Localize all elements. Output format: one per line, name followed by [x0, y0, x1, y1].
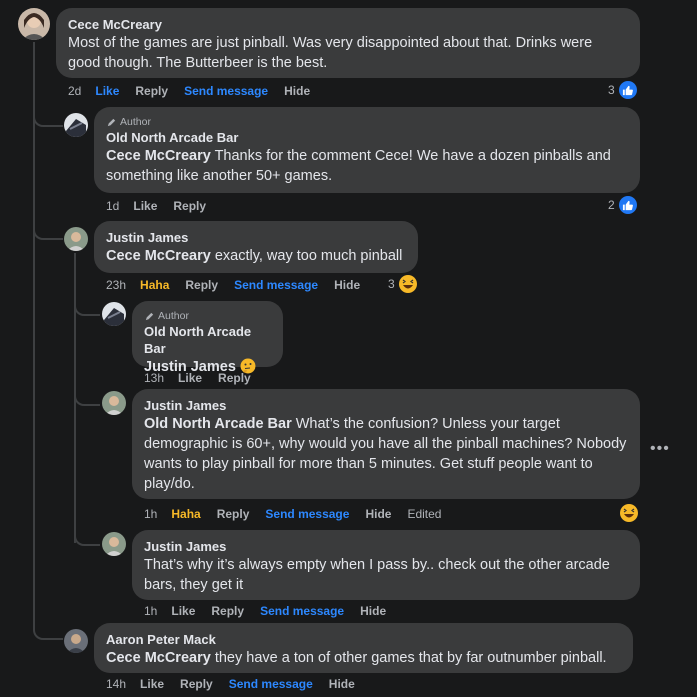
comment-text: Cece McCreary Thanks for the comment Cec…: [106, 146, 628, 186]
send-message-button[interactable]: Send message: [265, 507, 349, 521]
comment-time[interactable]: 13h: [144, 371, 164, 385]
comment-text: That’s why it’s always empty when I pass…: [144, 557, 610, 593]
hide-button[interactable]: Hide: [329, 677, 355, 691]
avatar[interactable]: [64, 113, 88, 137]
comment-actions: 14h Like Reply Send message Hide: [106, 677, 371, 691]
more-options-icon[interactable]: •••: [650, 440, 670, 458]
like-icon: [618, 81, 637, 99]
like-button[interactable]: Like: [178, 371, 202, 385]
send-message-button[interactable]: Send message: [229, 677, 313, 691]
haha-icon: [398, 275, 417, 293]
author-badge-label: Author: [120, 116, 151, 128]
comment-actions: 1d Like Reply: [106, 199, 222, 213]
commenter-name[interactable]: Old North Arcade Bar: [106, 129, 628, 146]
reaction-count: 3: [608, 83, 615, 97]
reply-button[interactable]: Reply: [211, 604, 244, 618]
avatar[interactable]: [64, 227, 88, 251]
send-message-button[interactable]: Send message: [234, 278, 318, 292]
avatar[interactable]: [102, 302, 126, 326]
commenter-name[interactable]: Justin James: [106, 229, 406, 246]
send-message-button[interactable]: Send message: [184, 84, 268, 98]
hide-button[interactable]: Hide: [360, 604, 386, 618]
comment-actions: 23h Haha Reply Send message Hide: [106, 278, 376, 292]
reply-button[interactable]: Reply: [218, 371, 251, 385]
comment-time[interactable]: 2d: [68, 84, 81, 98]
commenter-name[interactable]: Justin James: [144, 397, 628, 414]
thread-connector: [74, 520, 100, 546]
thread-line: [33, 42, 35, 612]
reply-button[interactable]: Reply: [173, 199, 206, 213]
like-icon: [618, 196, 637, 214]
comment-bubble: Justin James That’s why it’s always empt…: [132, 530, 640, 600]
reply-button[interactable]: Reply: [217, 507, 250, 521]
avatar[interactable]: [18, 8, 50, 40]
comment-bubble: Justin James Old North Arcade Bar What’s…: [132, 389, 640, 499]
comment-time[interactable]: 14h: [106, 677, 126, 691]
comment-text: Cece McCreary exactly, way too much pinb…: [106, 246, 406, 266]
comment-text: Old North Arcade Bar What’s the confusio…: [144, 414, 628, 494]
comment-body: they have a ton of other games that by f…: [210, 650, 607, 666]
mention-tag[interactable]: Cece McCreary: [106, 148, 211, 164]
reaction-summary[interactable]: 3: [608, 81, 637, 99]
avatar[interactable]: [102, 391, 126, 415]
commenter-name[interactable]: Old North Arcade Bar: [144, 323, 271, 357]
reply-button[interactable]: Reply: [185, 278, 218, 292]
comment-bubble: Aaron Peter Mack Cece McCreary they have…: [94, 623, 633, 673]
comment-time[interactable]: 1d: [106, 199, 119, 213]
hide-button[interactable]: Hide: [284, 84, 310, 98]
like-button[interactable]: Like: [140, 677, 164, 691]
thread-connector: [33, 210, 63, 240]
comment-actions: 2d Like Reply Send message Hide: [68, 84, 326, 98]
reply-button[interactable]: Reply: [180, 677, 213, 691]
comment-bubble: Justin James Cece McCreary exactly, way …: [94, 221, 418, 273]
comment-actions: 1h Haha Reply Send message Hide Edited: [144, 507, 457, 521]
mention-tag[interactable]: Cece McCreary: [106, 650, 211, 666]
edited-label: Edited: [407, 507, 442, 521]
thread-connector: [74, 290, 100, 316]
haha-button[interactable]: Haha: [171, 507, 200, 521]
hide-button[interactable]: Hide: [334, 278, 360, 292]
thread-connector: [33, 610, 63, 640]
comment-text: Most of the games are just pinball. Was …: [68, 35, 593, 71]
comment-bubble: Cece McCreary Most of the games are just…: [56, 8, 640, 78]
reaction-summary[interactable]: 2: [608, 196, 637, 214]
reaction-count: 2: [608, 198, 615, 212]
thread-connector: [74, 380, 100, 406]
hide-button[interactable]: Hide: [365, 507, 391, 521]
pencil-icon: [145, 312, 154, 320]
comment-body: exactly, way too much pinball: [210, 248, 403, 264]
commenter-name[interactable]: Aaron Peter Mack: [106, 631, 621, 648]
like-button[interactable]: Like: [133, 199, 157, 213]
reply-button[interactable]: Reply: [135, 84, 168, 98]
reaction-summary[interactable]: [620, 504, 638, 522]
commenter-name[interactable]: Cece McCreary: [68, 16, 628, 33]
avatar[interactable]: [102, 532, 126, 556]
pencil-icon: [107, 118, 116, 126]
like-button[interactable]: Like: [95, 84, 119, 98]
author-badge: Author: [144, 309, 271, 323]
comment-time[interactable]: 1h: [144, 507, 157, 521]
comment-text: Cece McCreary they have a ton of other g…: [106, 648, 621, 668]
like-button[interactable]: Like: [171, 604, 195, 618]
haha-icon: [620, 504, 638, 522]
comment-thread: Cece McCreary Most of the games are just…: [0, 0, 697, 697]
send-message-button[interactable]: Send message: [260, 604, 344, 618]
haha-button[interactable]: Haha: [140, 278, 169, 292]
comment-time[interactable]: 23h: [106, 278, 126, 292]
comment-actions: 1h Like Reply Send message Hide: [144, 604, 402, 618]
mention-tag[interactable]: Cece McCreary: [106, 248, 211, 264]
comment-bubble: Author Old North Arcade Bar Cece McCrear…: [94, 107, 640, 193]
mention-tag[interactable]: Old North Arcade Bar: [144, 416, 292, 432]
reaction-count: 3: [388, 277, 395, 291]
avatar[interactable]: [64, 629, 88, 653]
author-badge: Author: [106, 115, 628, 129]
comment-time[interactable]: 1h: [144, 604, 157, 618]
thread-connector: [33, 105, 63, 127]
commenter-name[interactable]: Justin James: [144, 538, 628, 555]
comment-actions: 13h Like Reply: [144, 371, 267, 385]
author-badge-label: Author: [158, 310, 189, 322]
reaction-summary[interactable]: 3: [388, 275, 417, 293]
comment-bubble: Author Old North Arcade Bar Justin James: [132, 301, 283, 375]
